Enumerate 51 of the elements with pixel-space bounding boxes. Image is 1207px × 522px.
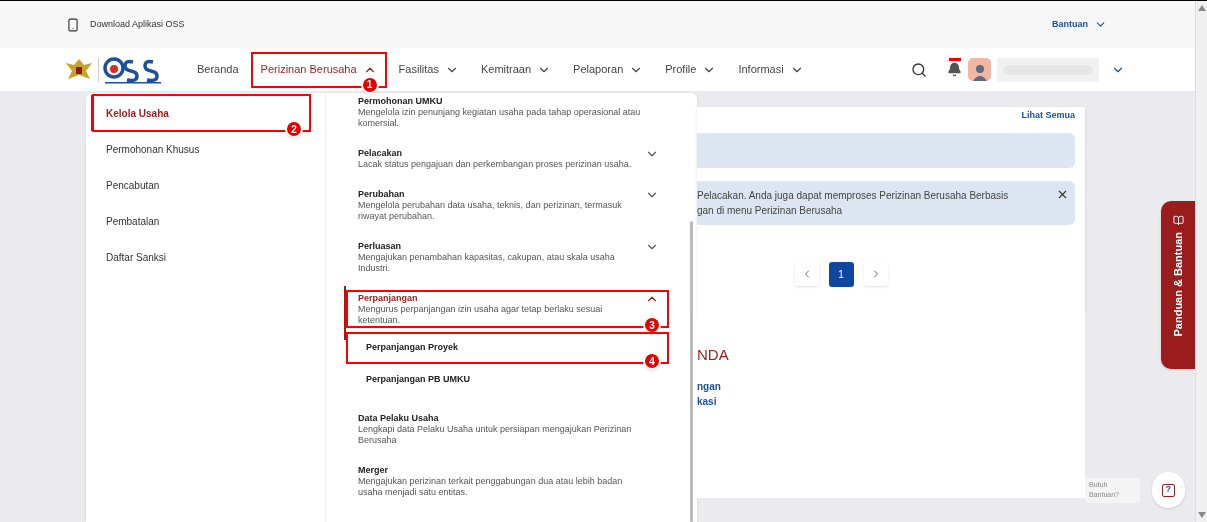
help-menu-button[interactable]: Bantuan [1052,17,1107,32]
phone-icon [66,16,80,33]
menu-item-title[interactable]: Permohonan UMKU [358,95,659,107]
step-badge: 4 [643,352,661,370]
search-icon[interactable] [911,61,927,78]
avatar[interactable] [968,58,991,81]
page-button[interactable]: 1 [828,261,854,287]
nav-item[interactable]: Informasi [738,61,804,78]
category-item[interactable]: Kelola Usaha [106,105,169,121]
scrollbar[interactable] [690,221,693,522]
category-item[interactable]: Pencabutan [106,177,160,193]
scroll-down-icon[interactable] [1197,512,1206,518]
menu-item-title[interactable]: Data Pelaku Usaha [358,412,659,424]
menu-item-title[interactable]: Perluasan [358,240,645,252]
menu-item-description: Mengelola izin penunjang kegiatan usaha pada tahap operasional atau komersial. [358,107,642,129]
menu-item-description: Lacak status pengajuan dan perkembangan proses perizinan usaha. [358,159,633,170]
menu-item-description: Lengkapi data Pelaku Usaha untuk persiapan mengajukan Perizinan Berusaha [358,424,633,446]
content-link[interactable]: kasi [697,393,1085,409]
alert-text: Pelacakan. Anda juga dapat memproses Perizinan Berusaha Berbasis [697,188,1010,203]
nav-item[interactable]: Profile [665,61,717,78]
menu-item-description: Mengelola perubahan data usaha, teknis, dan perizinan, termasuk riwayat perubahan. [358,200,623,222]
nav-item[interactable]: Fasilitas [398,61,459,78]
guide-side-tab[interactable]: Panduan & Bantuan [1161,201,1195,369]
menu-item-title[interactable]: Perubahan [358,188,645,200]
category-item[interactable]: Daftar Sanksi [106,249,167,265]
see-all-link[interactable]: Lihat Semua [1021,109,1075,123]
category-item[interactable]: Pembatalan [106,213,160,229]
help-button[interactable]: ? [1151,472,1185,508]
alert-text: gan di menu Perizinan Berusaha [697,203,844,218]
nav-item[interactable]: Kemitraan [480,61,552,78]
section-title: NDA [697,345,730,365]
book-icon [1172,215,1184,226]
step-badge: 2 [285,120,303,138]
page-scrollbar[interactable] [1195,1,1207,522]
content-link[interactable]: ngan [697,378,1085,394]
download-link[interactable]: Download Aplikasi OSS [90,17,185,32]
nav-item[interactable]: Beranda [197,61,239,78]
menu-item-description: Mengurus perpanjangan izin usaha agar tetap berlaku sesuai ketentuan. [358,304,604,326]
bell-icon[interactable] [947,62,962,77]
nav-item[interactable]: Perizinan Berusaha [260,61,377,78]
menu-item-title[interactable]: Merger [358,464,659,476]
scroll-up-icon[interactable] [1197,5,1206,11]
menu-item-description: Mengajukan perizinan terkait penggabungan dua atau lebih badan usaha menjadi satu entitas. [358,476,624,498]
step-badge: 1 [360,75,379,94]
nav-item[interactable]: Pelaporan [573,61,644,78]
menu-item-title[interactable]: Perpanjangan [358,292,645,304]
submenu-item[interactable]: Perpanjangan PB UMKU [366,373,470,387]
submenu-item[interactable]: Perpanjangan Proyek [366,341,459,355]
menu-item-title[interactable]: Pelacakan [358,147,645,159]
menu-item-description: Mengajukan penambahan kapasitas, cakupan, atau skala usaha Industri. [358,252,616,274]
category-item[interactable]: Permohonan Khusus [106,141,200,157]
